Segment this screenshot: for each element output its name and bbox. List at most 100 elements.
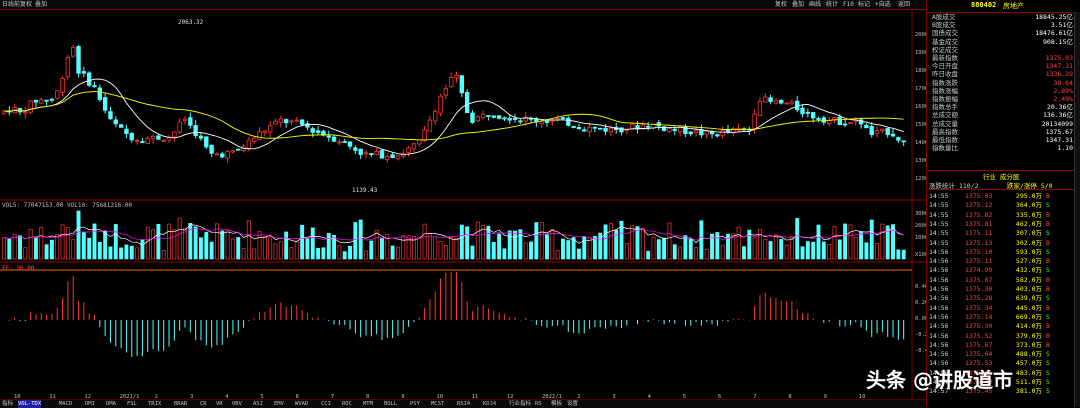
quote-field-value: 1336.39 [1045, 70, 1073, 79]
tick-price: 1375.11 [965, 257, 993, 266]
quote-field-value: 20.36亿 [1046, 103, 1073, 112]
candle-body [779, 99, 784, 104]
candle-body [667, 128, 672, 132]
indicator-bars [8, 272, 905, 357]
toolbar-btn-back[interactable]: 返回 [898, 0, 910, 9]
volume-bar [76, 210, 81, 260]
volume-bar [853, 236, 858, 260]
tick-volume: 379.0万 [1015, 331, 1042, 340]
tick-time: 14:56 [929, 303, 949, 312]
volume-bar [337, 245, 342, 260]
candle-body [342, 141, 347, 143]
sector-summary: 行业 成分股 涨跌统计 110/2 跌家/涨停 5/0 [927, 170, 1080, 190]
price-axis-label: 1400 [915, 140, 926, 146]
volume-bar [864, 242, 869, 260]
tick-price: 1375.11 [965, 229, 993, 238]
volume-bar [880, 223, 885, 260]
toolbar-btn-diejia[interactable]: 叠加 [792, 0, 804, 9]
volume-bar [470, 245, 475, 260]
volume-bar [236, 237, 241, 260]
volume-bar [284, 231, 289, 260]
candle-body [177, 121, 182, 133]
candle-body [715, 134, 720, 137]
tick-flag: S [1046, 368, 1050, 377]
toolbar-btn-f10[interactable]: F10 [843, 0, 854, 9]
volume-bar [768, 241, 773, 260]
quote-field-value: 3.51亿 [1050, 21, 1073, 30]
candle-body [842, 123, 848, 126]
toolbar-btn-zixuan[interactable]: +自选 [875, 0, 891, 9]
candle-body [417, 139, 422, 145]
tick-volume: 364.0万 [1015, 201, 1042, 210]
toolbar-btn-tongji[interactable]: 统计 [826, 0, 838, 9]
volume-bar [278, 241, 283, 260]
tick-price: 1375.34 [965, 303, 993, 312]
toolbar-period[interactable]: 日线 [2, 0, 14, 9]
volume-bar [348, 245, 352, 260]
tick-time: 14:56 [929, 340, 949, 349]
tick-time: 14:56 [929, 331, 949, 340]
quote-field-row: 总成交额 136.36亿 [927, 111, 1080, 119]
tick-volume: 527.0万 [1015, 257, 1042, 266]
volume-bar [720, 244, 725, 260]
volume-bar [124, 244, 129, 260]
tick-row: 14:56 1375.14 669.0万 S [927, 313, 1080, 322]
volume-bar [241, 248, 246, 260]
volume-bar [358, 219, 363, 260]
quote-field-row: 最高指数 1375.67 [927, 128, 1080, 136]
quote-field-value: 136.36亿 [1043, 111, 1073, 120]
tick-price: 1375.07 [965, 275, 993, 284]
quote-field-value: 1375.03 [1045, 54, 1073, 62]
volume-bar [827, 244, 832, 260]
quote-field-label: 指数总手 [932, 103, 958, 112]
tick-time: 14:56 [929, 257, 949, 266]
volume-bar [481, 225, 486, 260]
tick-flag: B [1046, 238, 1050, 247]
toolbar-adjust[interactable]: 前复权 [14, 0, 32, 9]
volume-bar [598, 232, 603, 260]
candle-body [571, 126, 576, 128]
tick-row: 14:56 1375.07 582.0万 B [927, 276, 1080, 285]
volume-bar [571, 237, 576, 260]
volume-bar [635, 226, 640, 260]
candle-body [438, 95, 443, 114]
volume-bar [662, 237, 667, 260]
volume-bar [113, 224, 118, 260]
candle-body [448, 77, 454, 88]
toolbar-btn-biaoji[interactable]: 标记 [858, 0, 870, 9]
candle-body [310, 128, 315, 133]
candle-body [512, 118, 518, 120]
volume-bar [167, 223, 171, 260]
tick-price: 1375.12 [965, 201, 993, 210]
volume-bar [672, 244, 677, 260]
kline-chart-svg[interactable]: 2000 1900 1800 1700 1600 1500 1400 1300 1200 3000… [0, 10, 935, 400]
candle-body [49, 98, 55, 101]
toolbar-btn-fuquan[interactable]: 复权 [775, 0, 787, 9]
price-axis-label: 1500 [915, 122, 926, 128]
candlesticks [1, 44, 906, 163]
candle-body [805, 111, 811, 114]
candle-body [369, 153, 374, 155]
tick-time: 14:56 [929, 350, 949, 359]
candle-body [464, 92, 470, 114]
quote-field-row: 昨日收盘 1336.39 [927, 70, 1080, 78]
tick-price: 1375.67 [965, 340, 993, 349]
tick-volume: 462.0万 [1015, 219, 1042, 228]
candle-body [560, 117, 566, 119]
candle-body [566, 117, 571, 126]
candle-body [55, 90, 60, 99]
tick-price: 1375.52 [965, 331, 993, 340]
candle-body [193, 125, 198, 137]
volume-bar [369, 240, 374, 260]
tick-flag: B [1046, 275, 1050, 284]
candle-body [283, 119, 289, 124]
candle-body [326, 135, 331, 138]
tick-flag: S [1046, 201, 1050, 210]
kline-chart-area[interactable]: 2000 1900 1800 1700 1600 1500 1400 1300 1200 3000… [0, 10, 935, 400]
toolbar-btn-huaxian[interactable]: 画线 [809, 0, 821, 9]
panel-scrollbar[interactable] [1074, 12, 1080, 407]
quote-field-row: 最低指数 1347.31 [927, 136, 1080, 144]
volume-bar [513, 230, 518, 260]
candle-body [645, 125, 651, 128]
toolbar-overlay[interactable]: 叠加 [35, 0, 47, 9]
